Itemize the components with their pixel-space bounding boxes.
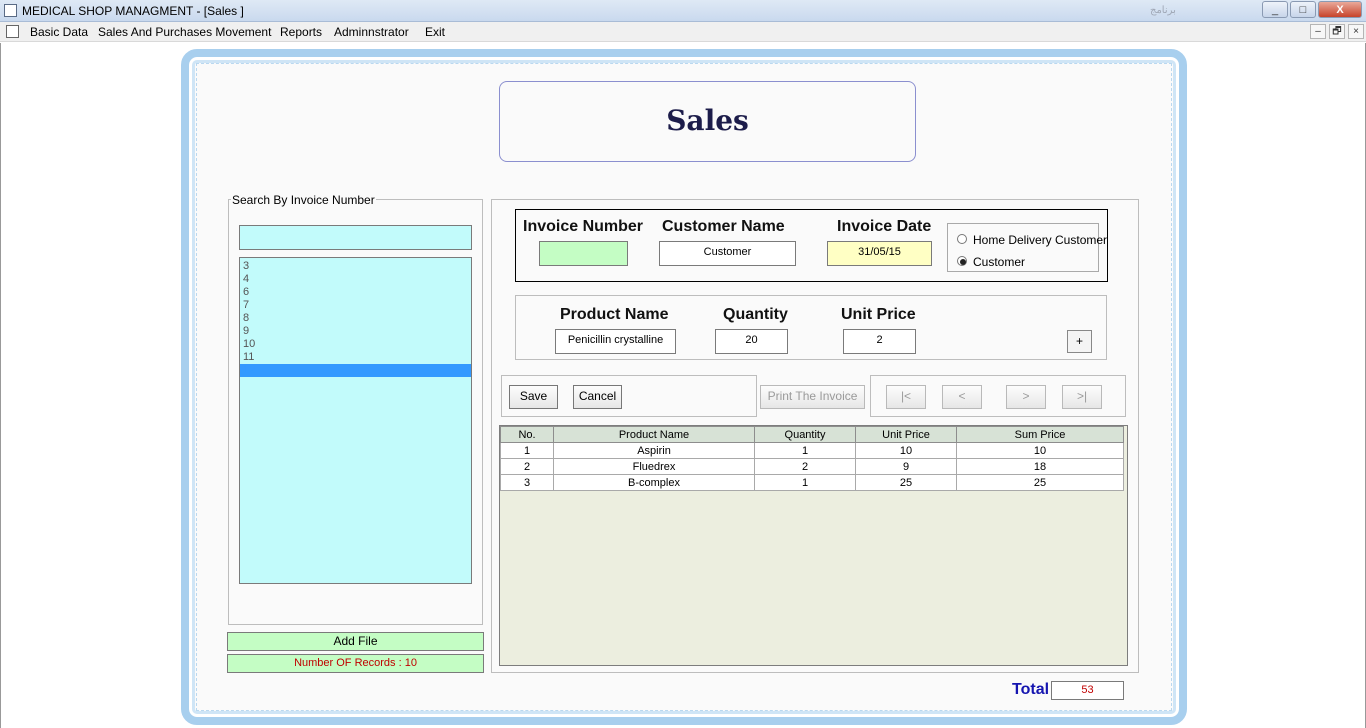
- product-name-label: Product Name: [560, 306, 669, 323]
- sales-table: No. Product Name Quantity Unit Price Sum…: [500, 426, 1124, 491]
- home-delivery-label[interactable]: Home Delivery Customer: [973, 233, 1107, 247]
- invoice-list-item-selected[interactable]: 12: [240, 364, 471, 377]
- invoice-list[interactable]: 3 4 6 7 8 9 10 11 12: [239, 257, 472, 584]
- column-header[interactable]: No.: [500, 426, 554, 443]
- invoice-list-item[interactable]: 9: [240, 325, 471, 338]
- invoice-number-field[interactable]: [539, 241, 628, 266]
- first-record-button[interactable]: |<: [886, 385, 926, 409]
- search-legend: Search By Invoice Number: [231, 193, 376, 207]
- table-row[interactable]: 2 Fluedrex 2 9 18: [500, 458, 1124, 475]
- table-cell[interactable]: 2: [500, 458, 554, 475]
- save-button[interactable]: Save: [509, 385, 558, 409]
- menu-administrator[interactable]: Adminnstrator: [334, 25, 409, 39]
- total-value-field: 53: [1051, 681, 1124, 700]
- quantity-label: Quantity: [723, 306, 788, 323]
- add-file-button[interactable]: Add File: [227, 632, 484, 651]
- mdi-restore-button[interactable]: 🗗: [1329, 24, 1345, 39]
- table-cell[interactable]: 10: [855, 442, 957, 459]
- invoice-list-item[interactable]: 10: [240, 338, 471, 351]
- home-delivery-radio[interactable]: [957, 234, 967, 244]
- cancel-button[interactable]: Cancel: [573, 385, 622, 409]
- invoice-date-label: Invoice Date: [837, 218, 932, 235]
- table-cell[interactable]: 18: [956, 458, 1124, 475]
- invoice-list-item[interactable]: 11: [240, 351, 471, 364]
- window-title: MEDICAL SHOP MANAGMENT - [Sales ]: [22, 4, 244, 18]
- app-icon: [4, 4, 17, 17]
- child-window-icon[interactable]: [6, 25, 19, 38]
- invoice-search-input[interactable]: [239, 225, 472, 250]
- invoice-number-label: Invoice Number: [523, 218, 644, 235]
- customer-radio-label[interactable]: Customer: [973, 255, 1025, 269]
- table-cell[interactable]: 25: [956, 474, 1124, 491]
- menu-bar: Basic Data Sales And Purchases Movement …: [0, 22, 1366, 42]
- customer-name-field[interactable]: Customer: [659, 241, 796, 266]
- invoice-list-item[interactable]: 8: [240, 312, 471, 325]
- unit-price-field[interactable]: 2: [843, 329, 916, 354]
- last-record-button[interactable]: >|: [1062, 385, 1102, 409]
- invoice-list-item[interactable]: 4: [240, 273, 471, 286]
- invoice-list-item[interactable]: 3: [240, 260, 471, 273]
- table-cell[interactable]: Aspirin: [553, 442, 755, 459]
- invoice-list-item[interactable]: 7: [240, 299, 471, 312]
- menu-sales-purchases[interactable]: Sales And Purchases Movement: [98, 25, 271, 39]
- next-record-button[interactable]: >: [1006, 385, 1046, 409]
- table-cell[interactable]: 25: [855, 474, 957, 491]
- mdi-close-button[interactable]: ×: [1348, 24, 1364, 39]
- table-cell[interactable]: Fluedrex: [553, 458, 755, 475]
- unit-price-label: Unit Price: [841, 306, 916, 323]
- customer-name-label: Customer Name: [662, 218, 785, 235]
- title-bar: MEDICAL SHOP MANAGMENT - [Sales ] ﺑﺮﻧﺎﻣﺞ…: [0, 0, 1366, 22]
- minimize-window-button[interactable]: _: [1262, 1, 1288, 18]
- customer-radio[interactable]: [957, 256, 967, 266]
- column-header[interactable]: Unit Price: [855, 426, 957, 443]
- column-header[interactable]: Quantity: [754, 426, 856, 443]
- close-window-button[interactable]: X: [1318, 1, 1362, 18]
- column-header[interactable]: Sum Price: [956, 426, 1124, 443]
- menu-basic-data[interactable]: Basic Data: [30, 25, 88, 39]
- product-name-field[interactable]: Penicillin crystalline: [555, 329, 676, 354]
- mdi-minimize-button[interactable]: –: [1310, 24, 1326, 39]
- table-cell[interactable]: 9: [855, 458, 957, 475]
- table-cell[interactable]: 1: [754, 474, 856, 491]
- title-faint-text: ﺑﺮﻧﺎﻣﺞ: [1150, 5, 1176, 16]
- quantity-field[interactable]: 20: [715, 329, 788, 354]
- add-product-button[interactable]: +: [1067, 330, 1092, 353]
- column-header[interactable]: Product Name: [553, 426, 755, 443]
- previous-record-button[interactable]: <: [942, 385, 982, 409]
- invoice-list-item[interactable]: 6: [240, 286, 471, 299]
- maximize-window-button[interactable]: □: [1290, 1, 1316, 18]
- sales-grid[interactable]: No. Product Name Quantity Unit Price Sum…: [499, 425, 1128, 666]
- total-label: Total: [1012, 681, 1050, 698]
- table-cell[interactable]: 1: [754, 442, 856, 459]
- record-count-label: Number OF Records : 10: [227, 654, 484, 673]
- menu-exit[interactable]: Exit: [425, 25, 445, 39]
- table-cell[interactable]: 10: [956, 442, 1124, 459]
- table-row[interactable]: 1 Aspirin 1 10 10: [500, 442, 1124, 459]
- grid-header-row: No. Product Name Quantity Unit Price Sum…: [500, 426, 1124, 443]
- table-row[interactable]: 3 B-complex 1 25 25: [500, 474, 1124, 491]
- table-cell[interactable]: 1: [500, 442, 554, 459]
- table-cell[interactable]: B-complex: [553, 474, 755, 491]
- invoice-date-field[interactable]: 31/05/15: [827, 241, 932, 266]
- table-cell[interactable]: 3: [500, 474, 554, 491]
- table-cell[interactable]: 2: [754, 458, 856, 475]
- print-invoice-button[interactable]: Print The Invoice: [760, 385, 865, 409]
- page-title: Sales: [666, 104, 749, 137]
- menu-reports[interactable]: Reports: [280, 25, 322, 39]
